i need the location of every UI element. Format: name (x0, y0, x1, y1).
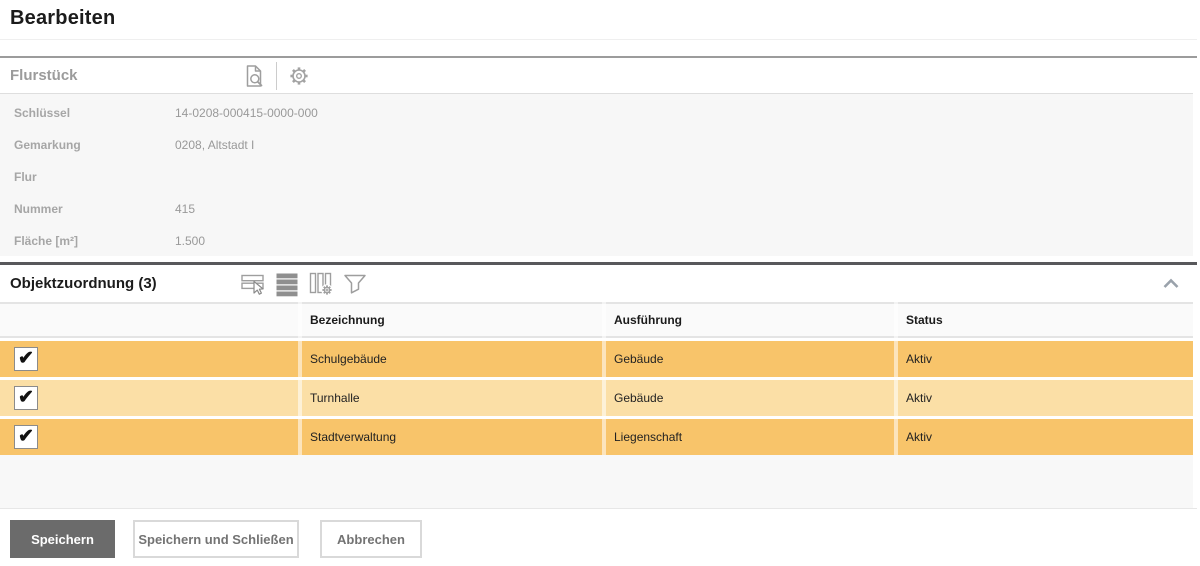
field-label: Fläche [m²] (14, 234, 79, 248)
form-row-flur: Flur (0, 161, 1193, 193)
form-row-gemarkung: Gemarkung 0208, Altstadt I (0, 129, 1193, 161)
divider (0, 508, 1197, 509)
rows-icon[interactable] (274, 271, 300, 297)
check-icon: ✔ (18, 425, 34, 447)
cell-bezeichnung: Stadtverwaltung (310, 430, 397, 444)
objektzuordnung-section-header: Objektzuordnung (3) (0, 265, 1193, 302)
page-title: Bearbeiten (10, 7, 116, 29)
row-select-icon[interactable] (240, 271, 266, 297)
save-button[interactable]: Speichern (10, 520, 115, 558)
column-separator (894, 302, 898, 455)
field-value: 0208, Altstadt I (175, 138, 255, 152)
table-header-row: Bezeichnung Ausführung Status (0, 302, 1193, 338)
cell-checkbox: ✔ (0, 347, 298, 371)
table-footer-area (0, 455, 1193, 508)
cell-checkbox: ✔ (0, 386, 298, 410)
form-row-nummer: Nummer 415 (0, 193, 1193, 225)
header-cell-status[interactable]: Status (894, 313, 1193, 327)
field-value: 1.500 (175, 234, 206, 248)
chevron-up-icon[interactable] (1162, 277, 1180, 290)
cell-ausfuehrung: Gebäude (614, 391, 664, 405)
objektzuordnung-section-title: Objektzuordnung (3) (10, 275, 157, 292)
cell-checkbox: ✔ (0, 425, 298, 449)
form-row-schluessel: Schlüssel 14-0208-000415-0000-000 (0, 97, 1193, 129)
field-value: 14-0208-000415-0000-000 (175, 106, 318, 120)
table-row[interactable]: ✔ Schulgebäude Gebäude Aktiv (0, 341, 1193, 377)
filter-icon[interactable] (342, 271, 368, 297)
document-search-icon[interactable] (241, 63, 267, 89)
row-checkbox-checked[interactable]: ✔ (14, 425, 38, 449)
check-icon: ✔ (18, 386, 34, 408)
cell-ausfuehrung: Liegenschaft (614, 430, 683, 444)
cell-status: Aktiv (906, 430, 933, 444)
cell-bezeichnung: Turnhalle (310, 391, 360, 405)
column-separator (298, 302, 302, 455)
cell-ausfuehrung: Gebäude (614, 352, 664, 366)
flurstueck-form: Schlüssel 14-0208-000415-0000-000 Gemark… (0, 94, 1193, 256)
field-label: Schlüssel (14, 106, 71, 120)
cell-bezeichnung: Schulgebäude (310, 352, 387, 366)
cell-status: Aktiv (906, 352, 933, 366)
field-label: Flur (14, 170, 37, 184)
divider (0, 39, 1197, 40)
table-row[interactable]: ✔ Stadtverwaltung Liegenschaft Aktiv (0, 419, 1193, 455)
check-icon: ✔ (18, 347, 34, 369)
header-cell-bezeichnung[interactable]: Bezeichnung (298, 313, 602, 327)
column-settings-icon[interactable] (308, 271, 334, 297)
column-separator (602, 302, 606, 455)
cancel-button[interactable]: Abbrechen (320, 520, 422, 558)
table-row[interactable]: ✔ Turnhalle Gebäude Aktiv (0, 380, 1193, 416)
objektzuordnung-toolbar (240, 265, 368, 302)
row-checkbox-checked[interactable]: ✔ (14, 386, 38, 410)
header-cell-ausfuehrung[interactable]: Ausführung (602, 313, 894, 327)
field-label: Nummer (14, 202, 63, 216)
form-row-flaeche: Fläche [m²] 1.500 (0, 225, 1193, 257)
flurstueck-toolbar (241, 58, 312, 93)
gear-icon[interactable] (286, 63, 312, 89)
field-label: Gemarkung (14, 138, 81, 152)
flurstueck-section-title: Flurstück (10, 67, 78, 84)
edit-page: Bearbeiten Flurstück Schlüssel 14-0208-0… (0, 0, 1200, 566)
flurstueck-section-header: Flurstück (0, 58, 1193, 93)
objektzuordnung-table: Bezeichnung Ausführung Status ✔ Schulgeb… (0, 302, 1193, 455)
row-checkbox-checked[interactable]: ✔ (14, 347, 38, 371)
toolbar-divider (276, 61, 277, 90)
action-buttons: Speichern Speichern und Schließen Abbrec… (10, 520, 422, 558)
field-value: 415 (175, 202, 196, 216)
cell-status: Aktiv (906, 391, 933, 405)
save-and-close-button[interactable]: Speichern und Schließen (133, 520, 299, 558)
